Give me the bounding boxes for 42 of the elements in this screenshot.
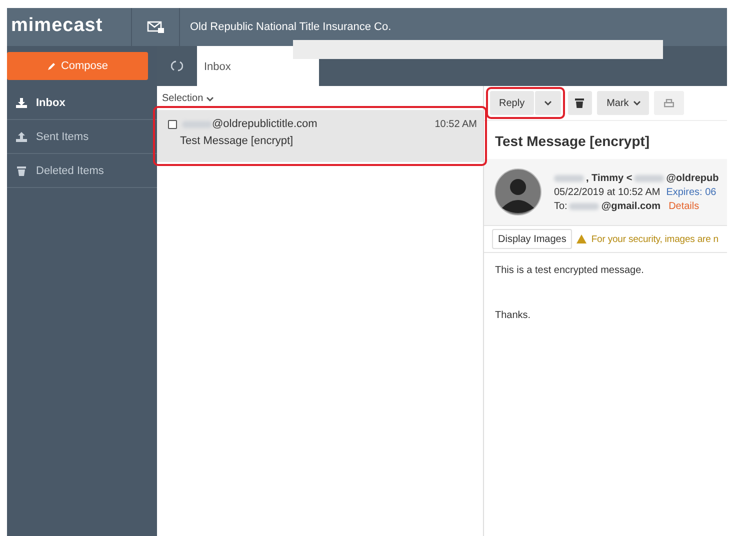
expiry-date: Expires: 06 bbox=[666, 186, 716, 198]
reply-options-button[interactable] bbox=[534, 91, 561, 115]
logo: mimecast bbox=[10, 14, 104, 38]
message-body-text: Thanks. bbox=[495, 310, 532, 321]
recipient-email: @gmail.com bbox=[601, 200, 661, 212]
selection-menu[interactable]: Selection bbox=[157, 92, 214, 105]
mark-button[interactable]: Mark bbox=[596, 91, 649, 115]
organization-name: Old Republic National Title Insurance Co. bbox=[189, 21, 392, 33]
pencil-icon bbox=[46, 62, 56, 70]
sent-date: 05/22/2019 at 10:52 AM bbox=[554, 186, 660, 198]
redacted-text bbox=[569, 202, 600, 210]
recipient-label: To: bbox=[554, 200, 568, 212]
sender-email: @oldrepub bbox=[666, 172, 719, 184]
folder-item[interactable]: Inbox bbox=[7, 86, 157, 120]
message-time: 10:52 AM bbox=[434, 118, 477, 130]
trash-icon bbox=[15, 164, 28, 176]
envelope-lock-icon bbox=[146, 20, 164, 34]
reply-button[interactable]: Reply bbox=[490, 91, 534, 115]
display-images-button[interactable]: Display Images bbox=[492, 229, 572, 249]
message-row[interactable]: @oldrepublictitle.com 10:52 AM Test Message [encrypt] bbox=[157, 110, 483, 162]
redacted-text bbox=[634, 174, 664, 182]
sender-address: @oldrepublictitle.com bbox=[212, 118, 318, 130]
trash-icon bbox=[575, 98, 584, 108]
caret-icon bbox=[544, 100, 552, 106]
sender-name: , Timmy < bbox=[586, 172, 632, 184]
caret-icon bbox=[632, 100, 641, 106]
security-warning: For your security, images are n bbox=[591, 234, 718, 244]
refresh-icon[interactable] bbox=[171, 60, 183, 72]
caret-icon bbox=[206, 96, 214, 102]
print-button[interactable] bbox=[654, 91, 684, 115]
message-body-text: This is a test encrypted message. bbox=[495, 265, 645, 276]
folder-item[interactable]: Deleted Items bbox=[7, 154, 157, 188]
upload-tray-icon bbox=[15, 130, 28, 142]
message-subject: Test Message [encrypt] bbox=[179, 134, 294, 147]
checkbox[interactable] bbox=[168, 120, 177, 128]
avatar-icon bbox=[494, 168, 542, 216]
warning-icon bbox=[576, 234, 588, 244]
delete-button[interactable] bbox=[568, 91, 592, 115]
folder-tab[interactable]: Inbox bbox=[197, 46, 319, 86]
redacted-text bbox=[554, 174, 584, 182]
printer-icon bbox=[664, 98, 674, 108]
download-tray-icon bbox=[15, 96, 28, 108]
